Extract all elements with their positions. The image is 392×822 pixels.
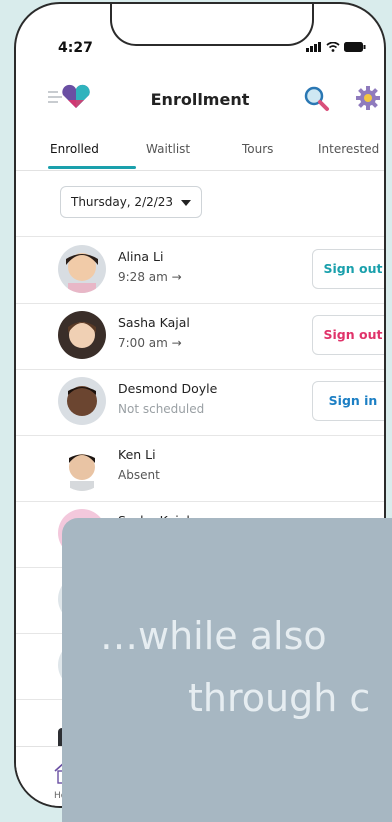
caption-overlay: …while also through c	[62, 518, 392, 822]
signal-icon	[306, 42, 321, 52]
child-name: Sasha Kajal	[118, 315, 190, 330]
date-dropdown[interactable]: Thursday, 2/2/23	[60, 186, 202, 218]
avatar	[58, 377, 106, 425]
app-header: Enrollment	[16, 82, 384, 118]
date-dropdown-value: Thursday, 2/2/23	[71, 195, 174, 209]
battery-icon	[344, 42, 366, 52]
caption-line-1: …while also	[100, 614, 327, 658]
child-row[interactable]: Ken Li Absent	[16, 435, 384, 502]
attendance-status: Absent	[118, 468, 160, 482]
search-icon	[304, 86, 329, 111]
child-row[interactable]: Desmond Doyle Not scheduled Sign in	[16, 369, 384, 436]
settings-button[interactable]	[354, 84, 382, 112]
child-name: Desmond Doyle	[118, 381, 218, 396]
tab-tours[interactable]: Tours	[242, 142, 273, 156]
status-icons	[306, 42, 366, 52]
check-in-time[interactable]: 7:00 am →	[118, 336, 182, 350]
tab-waitlist[interactable]: Waitlist	[146, 142, 190, 156]
caption-line-2: through c	[188, 676, 371, 720]
active-tab-indicator	[48, 166, 136, 169]
phone-notch	[110, 4, 314, 46]
child-row[interactable]: Alina Li 9:28 am → Sign out	[16, 237, 384, 304]
check-in-time[interactable]: 9:28 am →	[118, 270, 182, 284]
child-name: Alina Li	[118, 249, 164, 264]
search-button[interactable]	[302, 84, 330, 112]
status-time: 4:27	[58, 40, 93, 56]
avatar	[58, 443, 106, 491]
tab-bar: Enrolled Waitlist Tours Interested	[16, 134, 384, 171]
avatar	[58, 311, 106, 359]
caret-down-icon	[181, 200, 191, 206]
tab-interested[interactable]: Interested	[318, 142, 379, 156]
gear-icon	[356, 86, 380, 110]
sign-out-button[interactable]: Sign out	[312, 315, 384, 355]
schedule-status: Not scheduled	[118, 402, 205, 416]
sign-out-button[interactable]: Sign out	[312, 249, 384, 289]
wifi-icon	[326, 42, 340, 52]
child-row[interactable]: Sasha Kajal 7:00 am → Sign out	[16, 303, 384, 370]
sign-in-button[interactable]: Sign in	[312, 381, 384, 421]
child-name: Ken Li	[118, 447, 156, 462]
tab-enrolled[interactable]: Enrolled	[50, 142, 99, 156]
avatar	[58, 245, 106, 293]
